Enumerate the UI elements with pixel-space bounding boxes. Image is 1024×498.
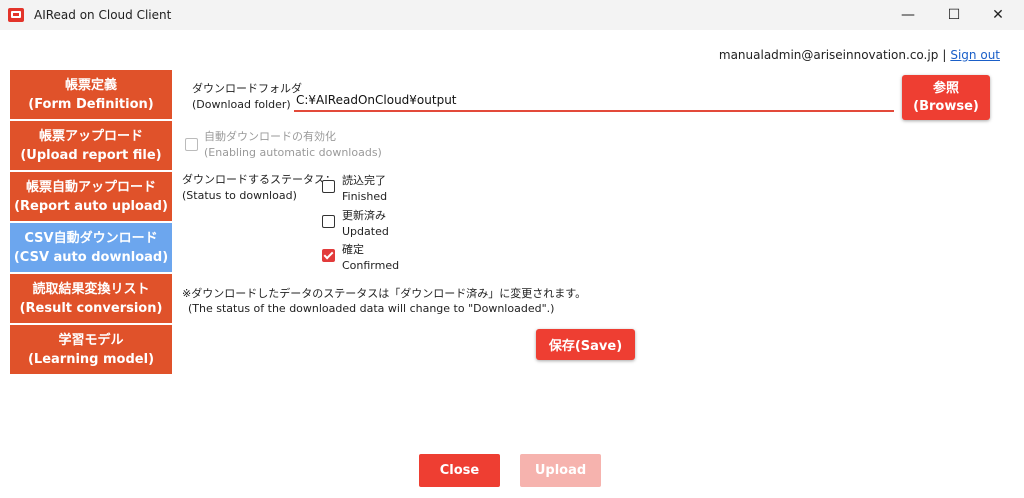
status-updated-label: 更新済み Updated — [342, 208, 389, 240]
status-finished-label: 読込完了 Finished — [342, 173, 387, 205]
sidebar-item-label-en: (Learning model) — [27, 351, 155, 367]
note-en: (The status of the downloaded data will … — [188, 302, 555, 315]
sidebar-item-form-definition[interactable]: 帳票定義 (Form Definition) — [10, 70, 172, 119]
auto-download-label-en: (Enabling automatic downloads) — [204, 146, 382, 159]
sidebar-item-label-ja: 読取結果変換リスト — [32, 281, 150, 297]
sidebar-item-label-ja: 帳票定義 — [64, 77, 117, 93]
auto-download-label-ja: 自動ダウンロードの有効化 — [204, 130, 336, 143]
close-window-button[interactable]: ✕ — [975, 0, 1021, 30]
sidebar-item-result-conversion[interactable]: 読取結果変換リスト (Result conversion) — [10, 274, 172, 323]
sidebar-item-label-en: (Report auto upload) — [14, 198, 168, 214]
auto-download-checkbox[interactable] — [185, 138, 198, 151]
status-label-ja: ダウンロードするステータス： — [182, 173, 336, 186]
user-email: manualadmin@ariseinnovation.co.jp — [718, 48, 939, 62]
download-folder-label-en: (Download folder) — [192, 98, 291, 111]
download-folder-label-ja: ダウンロードフォルダ — [192, 82, 302, 95]
close-button[interactable]: Close — [419, 454, 500, 487]
sidebar-item-upload-report[interactable]: 帳票アップロード (Upload report file) — [10, 121, 172, 170]
sidebar-item-label-ja: 学習モデル — [58, 332, 124, 348]
maximize-button[interactable]: ☐ — [931, 0, 977, 30]
sidebar-item-learning-model[interactable]: 学習モデル (Learning model) — [10, 325, 172, 374]
auto-download-label: 自動ダウンロードの有効化 (Enabling automatic downloa… — [204, 129, 382, 161]
note-ja: ※ダウンロードしたデータのステータスは「ダウンロード済み」に変更されます。 — [182, 287, 587, 300]
status-confirmed-label-en: Confirmed — [342, 259, 400, 272]
status-confirmed-checkbox[interactable] — [322, 249, 335, 262]
sidebar-item-label-en: (Form Definition) — [28, 96, 154, 112]
upload-button[interactable]: Upload — [520, 454, 601, 487]
download-folder-label: ダウンロードフォルダ (Download folder) — [192, 81, 302, 113]
sidebar-item-label-en: (Result conversion) — [19, 300, 163, 316]
sidebar-nav: 帳票定義 (Form Definition) 帳票アップロード (Upload … — [10, 70, 172, 376]
sidebar-item-label-en: (Upload report file) — [20, 147, 162, 163]
sidebar-item-label-ja: 帳票アップロード — [38, 128, 143, 144]
status-label-en: (Status to download) — [182, 189, 297, 202]
sidebar-item-report-auto-upload[interactable]: 帳票自動アップロード (Report auto upload) — [10, 172, 172, 221]
status-confirmed-label: 確定 Confirmed — [342, 242, 399, 274]
user-separator: | — [942, 48, 947, 62]
status-updated-label-en: Updated — [342, 225, 389, 238]
minimize-button[interactable]: — — [885, 0, 931, 30]
status-updated-checkbox[interactable] — [322, 215, 335, 228]
app-logo-icon — [8, 8, 24, 22]
save-button[interactable]: 保存(Save) — [536, 329, 635, 360]
status-finished-checkbox[interactable] — [322, 180, 335, 193]
browse-button-label-ja: 参照 — [932, 80, 959, 96]
sidebar-item-csv-auto-download[interactable]: CSV自動ダウンロード (CSV auto download) — [10, 223, 172, 272]
window-title: AIRead on Cloud Client — [34, 8, 172, 22]
sidebar-item-label-ja: 帳票自動アップロード — [25, 179, 156, 195]
status-finished-label-ja: 読込完了 — [342, 174, 386, 187]
browse-button[interactable]: 参照 (Browse) — [902, 75, 990, 120]
status-updated-label-ja: 更新済み — [342, 209, 386, 222]
sign-out-link[interactable]: Sign out — [950, 48, 1000, 62]
download-folder-input[interactable] — [294, 90, 894, 112]
sidebar-item-label-en: (CSV auto download) — [13, 249, 169, 265]
main-content: manualadmin@ariseinnovation.co.jp | Sign o… — [0, 30, 1024, 498]
user-info: manualadmin@ariseinnovation.co.jp | Sign o… — [719, 48, 1000, 62]
status-change-note: ※ダウンロードしたデータのステータスは「ダウンロード済み」に変更されます。 (T… — [182, 286, 586, 316]
status-to-download-label: ダウンロードするステータス： (Status to download) — [182, 172, 336, 204]
sidebar-item-label-ja: CSV自動ダウンロード — [24, 230, 158, 246]
window-titlebar: AIRead on Cloud Client — ☐ ✕ — [0, 0, 1024, 30]
status-confirmed-label-ja: 確定 — [342, 243, 364, 256]
status-finished-label-en: Finished — [342, 190, 388, 203]
browse-button-label-en: (Browse) — [913, 98, 979, 114]
